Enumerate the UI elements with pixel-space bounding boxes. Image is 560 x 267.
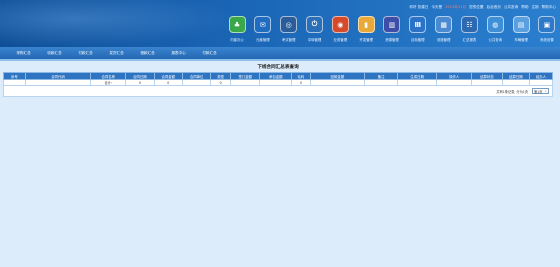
nav-divider [0, 59, 560, 61]
top-link[interactable]: 帮助 [521, 5, 528, 10]
column-header: 序号 [3, 72, 26, 80]
module-button[interactable]: ▣ 系统设置 [536, 16, 558, 46]
column-header: 签订金额 [229, 72, 261, 80]
top-link[interactable]: 注销 [531, 5, 538, 10]
settings-icon: ◎ [280, 16, 298, 33]
column-header: 结算状态 [471, 72, 503, 80]
nav-item[interactable]: 采购汇总 [8, 51, 39, 56]
sub-nav: 采购汇总 收款汇总 付款汇总 发货汇总 借款汇总 报表中心 付款汇总 [0, 47, 560, 59]
nav-item[interactable]: 借款汇总 [132, 51, 163, 56]
top-link[interactable]: 今天是 [431, 5, 442, 10]
column-header: 结算日期 [501, 72, 530, 80]
module-button[interactable]: ♣ 内部办公 [226, 16, 248, 46]
pager: 共有1条记录, 分为1页 第1页 ⌄ [496, 88, 549, 94]
module-label: 设施管理 [436, 38, 451, 42]
header-glow [0, 0, 240, 47]
nav-item[interactable]: 收款汇总 [39, 51, 70, 56]
page-select[interactable]: 第1页 ⌄ [532, 88, 549, 94]
module-button[interactable]: ☷ 汇总报表 [458, 16, 480, 46]
module-label: 资源管理 [385, 38, 399, 42]
app-header: 你好 张建日 今天是 2013年11月 您的位置 后台首页 公共查询 帮助 注销 帮助中心 ♣ 内… [0, 0, 560, 47]
column-header: 合同单位 [181, 72, 212, 80]
nav-item[interactable]: 发货汇总 [101, 51, 132, 56]
book-icon: ▥ [383, 16, 401, 33]
chart-icon: Ⅲ [409, 16, 427, 33]
report-table: 序号 合同代码 合同名称 合同日期 合同金额 合同单位 类型 签订金额 承包金额 毛利 回款金额 备注… [3, 72, 554, 97]
top-link[interactable]: 2013年11月 [445, 5, 466, 10]
module-label: 中转管理 [307, 38, 322, 42]
column-header: 备注 [364, 72, 398, 80]
column-header: 经办人 [528, 72, 554, 80]
top-link[interactable]: 您的位置 [469, 5, 483, 10]
top-link[interactable]: 后台首页 [487, 5, 501, 10]
power-icon: ⏻ [305, 16, 323, 33]
list-icon: ☷ [460, 16, 478, 33]
pager-text: 共有1条记录, 分为1页 [496, 89, 528, 94]
folder-icon: ▮ [357, 16, 375, 33]
people-icon: ♣ [228, 16, 246, 33]
globe-icon: ◍ [486, 16, 504, 33]
chevron-down-icon: ⌄ [544, 89, 547, 93]
module-button[interactable]: ▥ 资源管理 [381, 16, 403, 46]
module-button[interactable]: ▮ 开发管理 [355, 16, 377, 46]
module-button[interactable]: Ⅲ 目标管理 [407, 16, 429, 46]
page-select-value: 第1页 [534, 89, 543, 94]
module-label: 公共查询 [488, 38, 503, 42]
module-button[interactable]: ▦ 设施管理 [433, 16, 455, 46]
column-header: 合同金额 [153, 72, 183, 80]
column-header: 承包金额 [259, 72, 293, 80]
column-header: 合同日期 [125, 72, 155, 80]
top-link[interactable]: 公共查询 [504, 5, 518, 10]
module-label: 内部办公 [230, 38, 244, 42]
top-link[interactable]: 帮助中心 [542, 5, 556, 10]
module-button[interactable]: ▤ 车辆管理 [510, 16, 532, 46]
module-label: 目标管理 [411, 38, 425, 42]
module-label: 开发管理 [359, 38, 373, 42]
module-button[interactable]: ◎ 考试管理 [278, 16, 300, 46]
module-button[interactable]: ◍ 公共查询 [484, 16, 506, 46]
column-header: 操作人 [436, 72, 473, 80]
module-label: 车辆管理 [514, 38, 528, 42]
module-label: 系统设置 [540, 38, 554, 42]
column-header: 毛利 [291, 72, 311, 80]
folders-icon: ▤ [512, 16, 530, 33]
top-link[interactable]: 你好 张建日 [409, 5, 428, 10]
module-toolbar: ♣ 内部办公 ✉ 元素管理 ◎ 考试管理 ⏻ 中转管理 ◉ 业务管理 ▮ 开发管理 ▥ 资源管理 Ⅲ 目标管理… [226, 16, 558, 46]
target-icon: ◉ [331, 16, 349, 33]
column-header: 合同名称 [90, 72, 127, 80]
report-panel: 下线合同汇总表查询 序号 合同代码 合同名称 合同日期 合同金额 合同单位 类型 签订金额 承包… [3, 64, 554, 97]
table-header-row: 序号 合同代码 合同名称 合同日期 合同金额 合同单位 类型 签订金额 承包金额 毛利 回款金额 备注… [3, 72, 554, 80]
nav-item[interactable]: 付款汇总 [70, 51, 101, 56]
monitor-icon: ▣ [538, 16, 556, 33]
top-links: 你好 张建日 今天是 2013年11月 您的位置 后台首页 公共查询 帮助 注销 帮助中心 [409, 5, 556, 10]
nav-item[interactable]: 报表中心 [163, 51, 194, 56]
module-label: 考试管理 [281, 38, 296, 42]
column-header: 生成日期 [396, 72, 438, 80]
document-icon: ✉ [254, 16, 272, 33]
nav-item[interactable]: 付款汇总 [194, 51, 225, 56]
report-title: 下线合同汇总表查询 [257, 65, 299, 70]
module-button[interactable]: ◉ 业务管理 [329, 16, 351, 46]
column-header: 合同代码 [24, 72, 92, 80]
table-pager-row: 共有1条记录, 分为1页 第1页 ⌄ [3, 85, 553, 97]
column-header: 类型 [210, 72, 231, 80]
column-header: 回款金额 [309, 72, 366, 80]
module-label: 汇总报表 [462, 38, 477, 42]
module-button[interactable]: ⏻ 中转管理 [303, 16, 325, 46]
module-label: 业务管理 [333, 38, 348, 42]
calculator-icon: ▦ [435, 16, 453, 33]
module-label: 元素管理 [256, 38, 270, 42]
module-button[interactable]: ✉ 元素管理 [252, 16, 274, 46]
